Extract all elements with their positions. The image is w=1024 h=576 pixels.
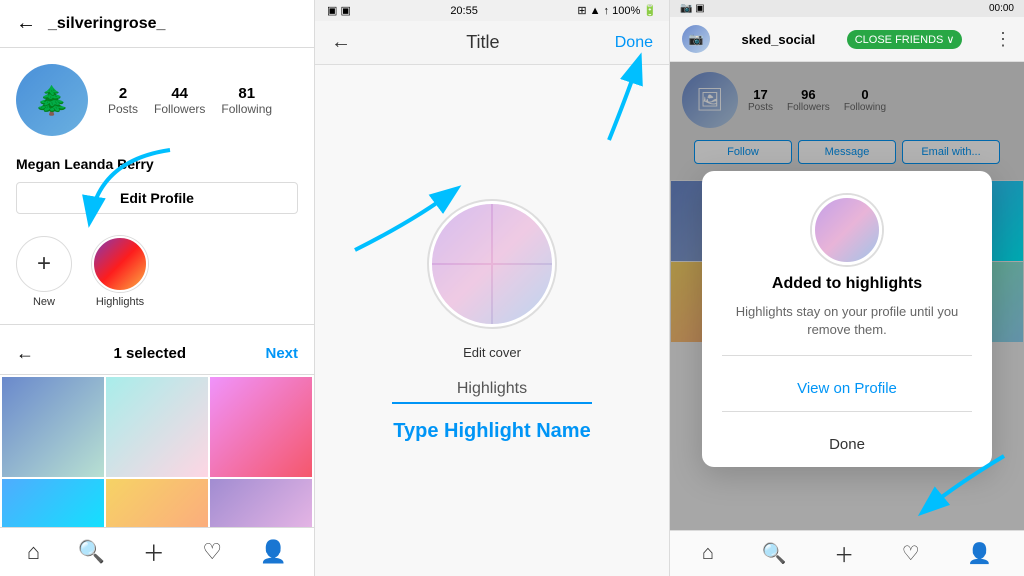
modal-overlay: Added to highlights Highlights stay on y… xyxy=(670,62,1024,576)
avatar: 🌲 xyxy=(16,64,88,136)
type-hint-text: Type Highlight Name xyxy=(393,420,590,443)
photo-cell[interactable]: ✓ xyxy=(106,479,208,527)
photo-grid: ✓ xyxy=(0,375,314,527)
status-bar: ▣ ▣ 20:55 ⊞ ▲ ↑ 100% 🔋 xyxy=(315,0,669,21)
modal-title: Added to highlights xyxy=(772,275,922,293)
p2-header: ← Title Done xyxy=(315,21,669,65)
following-label: Following xyxy=(221,102,272,116)
p3-status-right: 00:00 xyxy=(989,3,1014,14)
posts-count: 2 xyxy=(119,85,127,102)
status-right: ⊞ ▲ ↑ 100% 🔋 xyxy=(577,4,657,17)
back-icon[interactable]: ← xyxy=(16,12,36,35)
view-on-profile-button[interactable]: View on Profile xyxy=(722,366,972,412)
cover-quad-3 xyxy=(432,265,491,324)
next-button[interactable]: Next xyxy=(265,345,298,362)
following-stat: 81 Following xyxy=(221,85,272,116)
heart-icon[interactable]: ♡ xyxy=(202,539,222,565)
p3-heart-icon[interactable]: ♡ xyxy=(902,541,920,566)
p2-back-icon[interactable]: ← xyxy=(331,31,351,54)
cover-quad-4 xyxy=(493,265,552,324)
p2-cover-area: Edit cover Type Highlight Name xyxy=(315,65,669,576)
photo-cell[interactable] xyxy=(106,377,208,477)
status-time: 20:55 xyxy=(450,5,478,17)
edit-profile-button[interactable]: Edit Profile xyxy=(16,182,298,214)
close-friends-button[interactable]: CLOSE FRIENDS ∨ xyxy=(847,30,963,49)
panel-profile: ← _silveringrose_ 🌲 2 Posts 44 Followers… xyxy=(0,0,315,576)
search-icon[interactable]: 🔍 xyxy=(78,539,105,565)
highlight-name-input[interactable] xyxy=(392,376,592,404)
cover-quad-1 xyxy=(432,204,491,263)
following-count: 81 xyxy=(238,85,255,102)
cover-quad-2 xyxy=(493,204,552,263)
new-circle-icon[interactable]: + xyxy=(16,236,72,292)
followers-stat: 44 Followers xyxy=(154,85,205,116)
username-label: _silveringrose_ xyxy=(48,15,165,33)
highlights-label: Highlights xyxy=(96,296,144,308)
modal-done-button[interactable]: Done xyxy=(722,422,972,467)
p2-cover-inner xyxy=(432,204,552,324)
p3-status-bar: 📷 ▣ 00:00 xyxy=(670,0,1024,17)
add-icon[interactable]: ＋ xyxy=(143,536,165,568)
photo-cell[interactable] xyxy=(210,377,312,477)
highlights-circle xyxy=(92,236,148,292)
p2-title: Title xyxy=(466,32,499,53)
stats-container: 2 Posts 44 Followers 81 Following xyxy=(108,85,272,116)
added-highlights-modal: Added to highlights Highlights stay on y… xyxy=(702,171,992,467)
status-left: ▣ ▣ xyxy=(327,4,351,17)
p3-search-icon[interactable]: 🔍 xyxy=(762,541,787,566)
options-icon[interactable]: ⋮ xyxy=(994,29,1012,50)
edit-cover-link[interactable]: Edit cover xyxy=(463,345,521,360)
selection-bar: ← 1 selected Next xyxy=(0,333,314,375)
p3-profile-icon[interactable]: 👤 xyxy=(967,541,992,566)
p2-done-button[interactable]: Done xyxy=(615,34,653,52)
modal-divider xyxy=(722,355,972,356)
new-highlight-button[interactable]: + New xyxy=(16,236,72,308)
highlights-item[interactable]: Highlights xyxy=(92,236,148,308)
highlights-row: + New Highlights xyxy=(0,228,314,316)
photo-cell[interactable] xyxy=(210,479,312,527)
p3-header: 📷 sked_social CLOSE FRIENDS ∨ ⋮ xyxy=(670,17,1024,62)
photo-cell[interactable] xyxy=(2,377,104,477)
home-icon[interactable]: ⌂ xyxy=(27,539,40,565)
bottom-nav: ⌂ 🔍 ＋ ♡ 👤 xyxy=(0,527,314,576)
user-display-name: Megan Leanda Berry xyxy=(0,152,314,182)
p2-cover-circle xyxy=(427,199,557,329)
p3-avatar-small: 📷 xyxy=(682,25,710,53)
p3-bottom-nav: ⌂ 🔍 ＋ ♡ 👤 xyxy=(670,530,1024,576)
profile-section: 🌲 2 Posts 44 Followers 81 Following xyxy=(0,48,314,152)
p3-username: sked_social xyxy=(742,32,816,47)
p3-bg-content: 🖼 17 Posts 96 Followers 0 Following xyxy=(670,62,1024,576)
selected-count: 1 selected xyxy=(113,345,186,362)
photo-grid-inner: ✓ xyxy=(0,375,314,527)
profile-header: ← _silveringrose_ xyxy=(0,0,314,48)
posts-label: Posts xyxy=(108,102,138,116)
modal-highlight-circle xyxy=(812,195,882,265)
p3-home-icon[interactable]: ⌂ xyxy=(702,542,714,565)
panel-modal: 📷 ▣ 00:00 📷 sked_social CLOSE FRIENDS ∨ … xyxy=(670,0,1024,576)
selection-back-icon[interactable]: ← xyxy=(16,343,34,364)
photo-cell[interactable] xyxy=(2,479,104,527)
followers-count: 44 xyxy=(171,85,188,102)
p3-add-icon[interactable]: ＋ xyxy=(834,539,854,568)
modal-subtitle: Highlights stay on your profile until yo… xyxy=(722,303,972,339)
profile-icon[interactable]: 👤 xyxy=(260,539,287,565)
new-label: New xyxy=(33,296,55,308)
panel-highlight-name: ▣ ▣ 20:55 ⊞ ▲ ↑ 100% 🔋 ← Title Done Edit… xyxy=(315,0,670,576)
followers-label: Followers xyxy=(154,102,205,116)
p3-status-left: 📷 ▣ xyxy=(680,3,705,14)
posts-stat: 2 Posts xyxy=(108,85,138,116)
divider xyxy=(0,324,314,325)
